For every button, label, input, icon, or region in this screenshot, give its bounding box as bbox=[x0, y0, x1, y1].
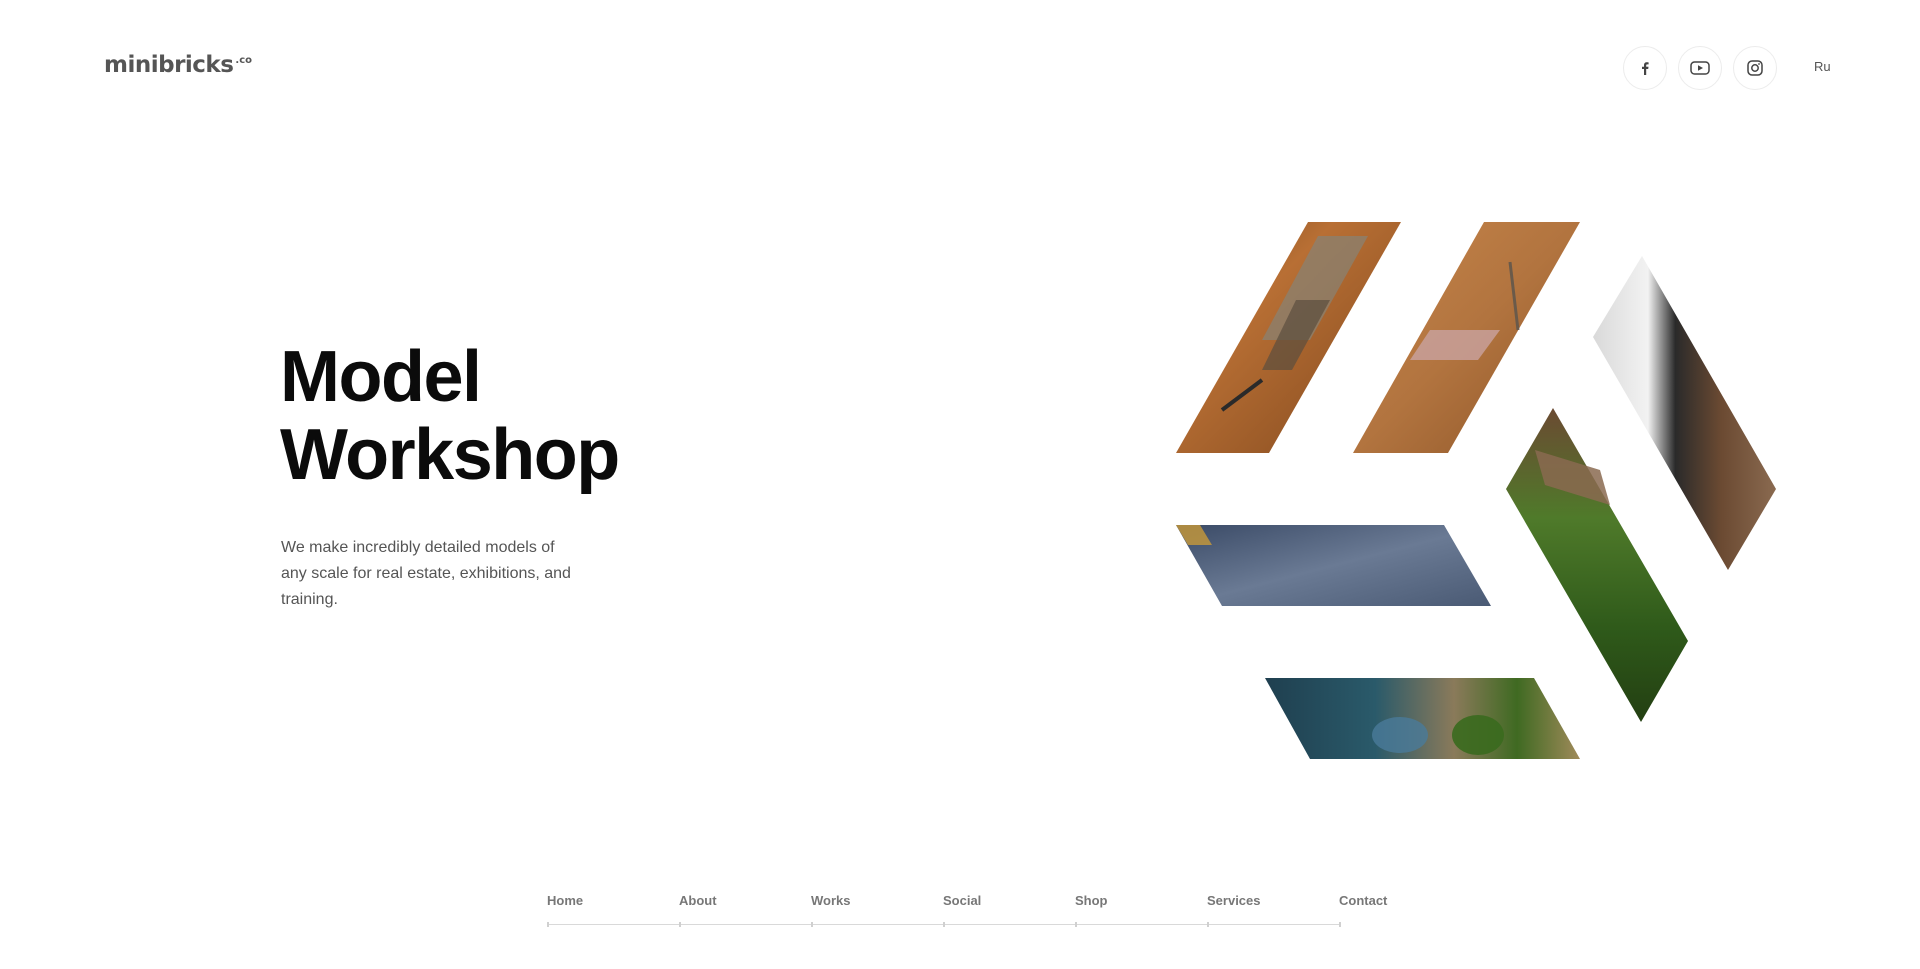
nav-item-shop[interactable]: Shop bbox=[1075, 893, 1108, 908]
nav-tick bbox=[943, 922, 945, 927]
photo-fragment-3 bbox=[1593, 256, 1776, 570]
photo-fragment-2 bbox=[1353, 222, 1580, 453]
nav-item-social[interactable]: Social bbox=[943, 893, 981, 908]
photo-fragment-6 bbox=[1265, 678, 1580, 759]
hero-logo-art bbox=[1176, 222, 1776, 759]
nav-item-contact[interactable]: Contact bbox=[1339, 893, 1387, 908]
nav-tick bbox=[811, 922, 813, 927]
nav-tick bbox=[547, 922, 549, 927]
photo-fragment-4 bbox=[1506, 408, 1688, 722]
nav-item-home[interactable]: Home bbox=[547, 893, 583, 908]
nav-item-services[interactable]: Services bbox=[1207, 893, 1261, 908]
nav-tick bbox=[1075, 922, 1077, 927]
nav-tick bbox=[1339, 922, 1341, 927]
nav-tick bbox=[1207, 922, 1209, 927]
nav-item-about[interactable]: About bbox=[679, 893, 717, 908]
bottom-nav: Home About Works Social Shop Services Contact bbox=[547, 893, 1387, 927]
photo-fragment-1 bbox=[1176, 222, 1401, 453]
nav-item-works[interactable]: Works bbox=[811, 893, 851, 908]
page: minibricks .co Ru Model Workshop We make… bbox=[0, 0, 1920, 969]
nav-tick bbox=[679, 922, 681, 927]
photo-fragment-5 bbox=[1176, 525, 1491, 606]
